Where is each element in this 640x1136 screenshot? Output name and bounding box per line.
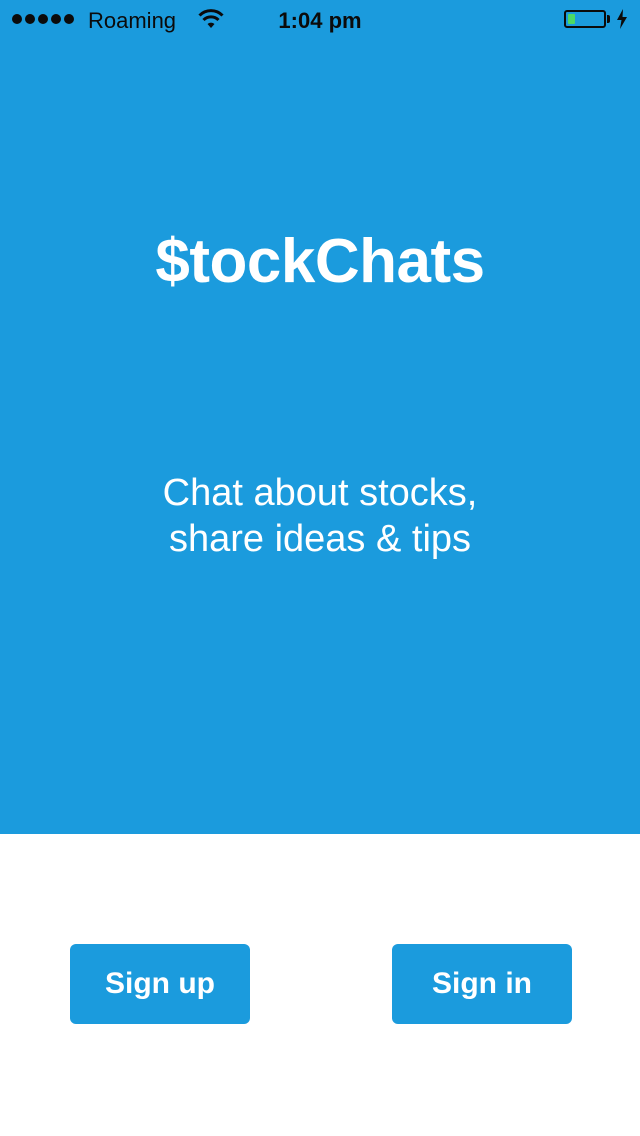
clock: 1:04 pm — [278, 8, 362, 33]
sign-in-button[interactable]: Sign in — [392, 944, 572, 1024]
tagline-line-1: Chat about stocks, — [162, 472, 478, 514]
tagline: Chat about stocks, share ideas & tips — [0, 470, 640, 562]
battery-level — [568, 14, 575, 24]
tagline-line-2: share ideas & tips — [168, 518, 472, 560]
bolt-icon — [617, 9, 627, 29]
battery-icon — [564, 10, 606, 28]
app-title: $tockChats — [155, 227, 485, 296]
status-bar: Roaming 1:04 pm — [0, 0, 640, 40]
battery-tip — [607, 15, 610, 23]
hero-panel: Roaming 1:04 pm $tockChats Chat about st… — [0, 0, 640, 834]
sign-up-button[interactable]: Sign up — [70, 944, 250, 1024]
